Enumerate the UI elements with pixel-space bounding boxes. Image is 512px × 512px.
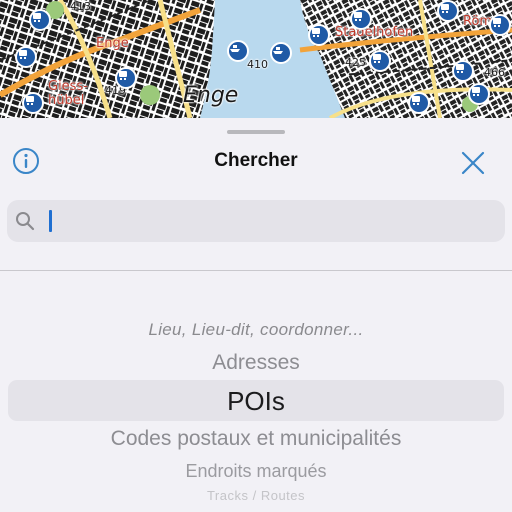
- map-label-altitude-410: 410: [247, 58, 268, 71]
- close-button[interactable]: [459, 149, 487, 177]
- close-x-icon: [461, 151, 485, 175]
- map-view[interactable]: Enge Enge Stadelhofen Giess- hübel Röm 4…: [0, 0, 512, 118]
- transit-stop-icon[interactable]: [489, 14, 511, 36]
- transit-stop-icon[interactable]: [350, 8, 372, 30]
- search-type-picker[interactable]: Lieu, Lieu-dit, coordonner... Adresses P…: [0, 308, 512, 512]
- transit-stop-icon[interactable]: [408, 92, 430, 114]
- transit-stop-icon[interactable]: [437, 0, 459, 22]
- map-label-enge-district: Enge: [96, 36, 129, 51]
- search-sheet: Chercher Lieu, Lieu-dit, coordonner... A…: [0, 118, 512, 512]
- map-label-enge: Enge: [183, 83, 239, 108]
- picker-option-adresses[interactable]: Adresses: [0, 351, 512, 375]
- boat-stop-icon[interactable]: [227, 40, 249, 62]
- transit-stop-icon[interactable]: [29, 9, 51, 31]
- transit-stop-icon[interactable]: [308, 24, 330, 46]
- transit-stop-icon[interactable]: [15, 46, 37, 68]
- map-label-altitude-425: 425: [345, 56, 366, 69]
- search-input[interactable]: [43, 200, 493, 242]
- picker-option-lieu[interactable]: Lieu, Lieu-dit, coordonner...: [0, 320, 512, 340]
- map-label-roem: Röm: [463, 14, 493, 29]
- search-bar[interactable]: [7, 200, 505, 242]
- picker-option-tracks-routes[interactable]: Tracks / Routes: [0, 488, 512, 503]
- transit-stop-icon[interactable]: [452, 60, 474, 82]
- sheet-grabber-handle[interactable]: [227, 130, 285, 134]
- transit-stop-icon[interactable]: [369, 50, 391, 72]
- picker-option-endroits-marques[interactable]: Endroits marqués: [0, 461, 512, 482]
- transit-stop-icon[interactable]: [22, 92, 44, 114]
- divider: [0, 270, 512, 271]
- picker-option-codes-postaux[interactable]: Codes postaux et municipalités: [0, 427, 512, 451]
- map-label-altitude-466: 466: [484, 66, 505, 79]
- map-label-giesshubel: Giess- hübel: [48, 79, 88, 108]
- map-label-stadelhofen: Stadelhofen: [335, 25, 414, 40]
- boat-stop-icon[interactable]: [270, 42, 292, 64]
- transit-stop-icon[interactable]: [115, 67, 137, 89]
- transit-stop-icon[interactable]: [468, 83, 490, 105]
- map-label-altitude-413: 413: [70, 0, 91, 13]
- magnifier-icon: [16, 212, 35, 231]
- sheet-title: Chercher: [214, 150, 298, 171]
- picker-option-pois[interactable]: POIs: [0, 386, 512, 417]
